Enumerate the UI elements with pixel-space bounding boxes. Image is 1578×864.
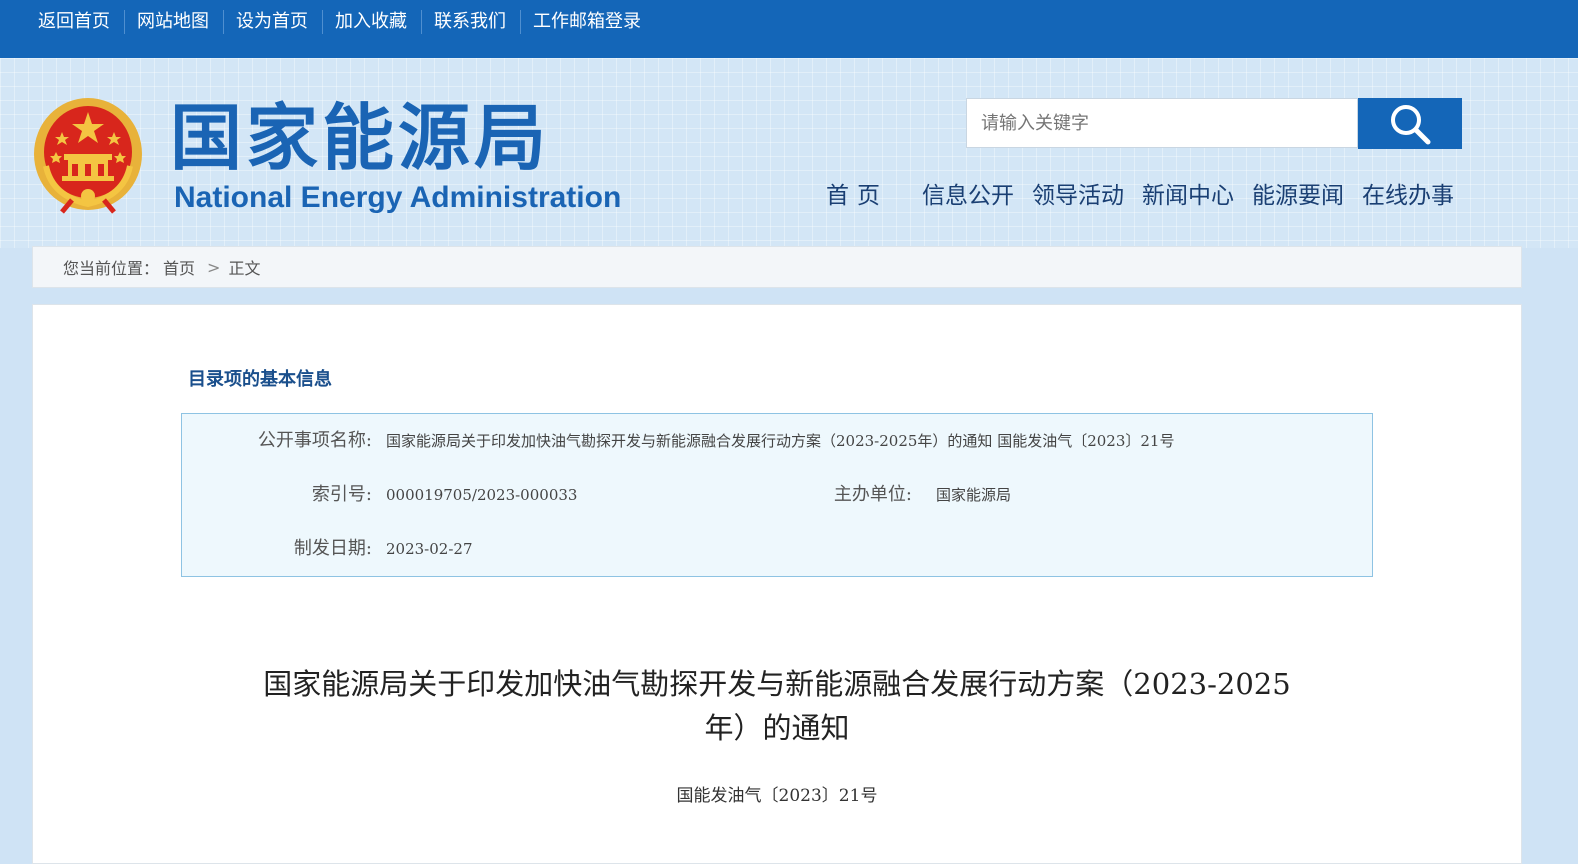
search-icon xyxy=(1391,104,1431,144)
nav-online-services[interactable]: 在线办事 xyxy=(1362,176,1454,216)
top-bar: 返回首页 网站地图 设为首页 加入收藏 联系我们 工作邮箱登录 xyxy=(0,0,1578,58)
search-button[interactable] xyxy=(1358,98,1462,149)
breadcrumb-home[interactable]: 首页 xyxy=(163,255,195,279)
top-links: 返回首页 网站地图 设为首页 加入收藏 联系我们 工作邮箱登录 xyxy=(38,8,667,36)
breadcrumb: 您当前位置： 首页 > 正文 xyxy=(32,246,1522,288)
main-navigation: 首页 信息公开 领导活动 新闻中心 能源要闻 在线办事 xyxy=(826,176,1472,216)
document-number: 国能发油气〔2023〕21号 xyxy=(676,786,878,806)
info-date-value: 2023-02-27 xyxy=(386,540,473,558)
top-link-home[interactable]: 返回首页 xyxy=(38,10,125,34)
nav-leadership-activities[interactable]: 领导活动 xyxy=(1032,176,1124,216)
top-link-set-homepage[interactable]: 设为首页 xyxy=(236,10,323,34)
logo-english-title: National Energy Administration xyxy=(174,181,622,214)
document-title-line2: 年）的通知 xyxy=(704,711,850,745)
national-emblem-icon xyxy=(34,98,142,214)
logo-chinese-title: 国家能源局 xyxy=(170,96,551,180)
search-input[interactable] xyxy=(966,98,1358,148)
nav-home[interactable]: 首页 xyxy=(826,176,888,216)
breadcrumb-current: 正文 xyxy=(228,259,261,278)
info-name-value: 国家能源局关于印发加快油气勘探开发与新能源融合发展行动方案（2023-2025年… xyxy=(386,432,1175,450)
breadcrumb-separator: > xyxy=(207,257,221,277)
info-section-title: 目录项的基本信息 xyxy=(188,369,332,390)
top-link-work-mail[interactable]: 工作邮箱登录 xyxy=(533,10,655,34)
info-org-label: 主办单位: xyxy=(833,484,912,505)
nav-energy-news[interactable]: 能源要闻 xyxy=(1252,176,1344,216)
info-index-label: 索引号: xyxy=(311,484,372,505)
top-link-sitemap[interactable]: 网站地图 xyxy=(137,10,224,34)
breadcrumb-prefix: 您当前位置： xyxy=(63,259,160,278)
nav-info-disclosure[interactable]: 信息公开 xyxy=(922,176,1014,216)
top-link-bookmark[interactable]: 加入收藏 xyxy=(335,10,422,34)
top-link-contact[interactable]: 联系我们 xyxy=(434,10,521,34)
nav-news-center[interactable]: 新闻中心 xyxy=(1142,176,1234,216)
document-title: 国家能源局关于印发加快油气勘探开发与新能源融合发展行动方案（2023-2025 … xyxy=(200,662,1354,750)
document-title-line1: 国家能源局关于印发加快油气勘探开发与新能源融合发展行动方案（2023-2025 xyxy=(263,667,1291,701)
info-name-label: 公开事项名称: xyxy=(257,430,372,451)
info-org-value: 国家能源局 xyxy=(936,486,1012,504)
info-date-label: 制发日期: xyxy=(293,538,372,559)
info-index-value: 000019705/2023-000033 xyxy=(386,486,578,504)
